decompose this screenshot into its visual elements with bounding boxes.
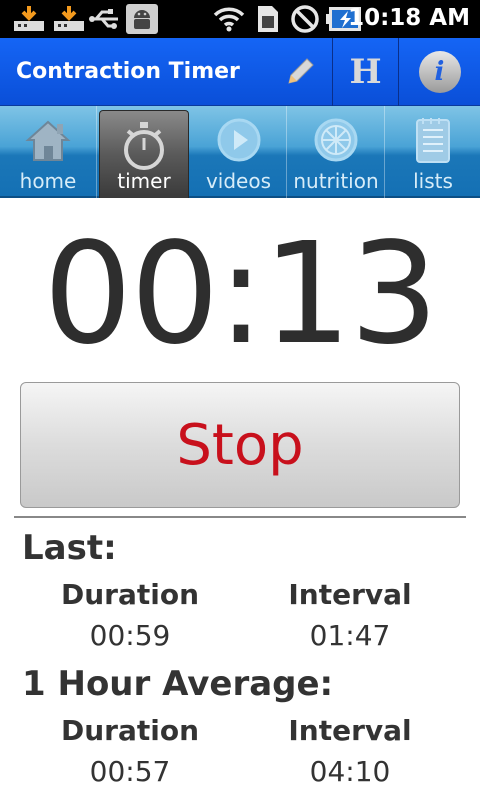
tab-lists[interactable]: lists [386, 106, 480, 198]
tab-label: home [19, 169, 77, 193]
status-bar: 10:18 AM [0, 0, 480, 38]
tab-timer[interactable]: timer [99, 110, 189, 198]
download-icon [14, 6, 44, 31]
house-icon [25, 120, 71, 161]
notepad-icon [416, 118, 450, 163]
timer-display: 00:13 [43, 213, 438, 376]
app-title: Contraction Timer [16, 59, 240, 84]
tab-label: nutrition [293, 169, 379, 193]
tab-bar: home timer videos nutrition lists [0, 106, 480, 198]
stop-button-label: Stop [176, 412, 304, 478]
last-heading: Last: [22, 528, 117, 568]
average-heading: 1 Hour Average: [22, 664, 334, 704]
tab-label: videos [205, 169, 272, 193]
tab-nutrition[interactable]: nutrition [288, 106, 385, 198]
title-bar: Contraction Timer H i [0, 38, 480, 106]
tab-label: timer [117, 169, 171, 193]
last-interval-label: Interval [288, 578, 412, 611]
usb-icon [89, 9, 118, 29]
stopwatch-icon [124, 122, 164, 170]
last-interval-value: 01:47 [309, 619, 391, 652]
info-button[interactable]: i [398, 38, 480, 106]
status-time: 10:18 AM [348, 5, 470, 31]
play-icon [217, 118, 260, 162]
average-duration-label: Duration [60, 714, 200, 747]
tab-label: lists [413, 169, 453, 193]
help-button[interactable]: H [332, 38, 398, 106]
fruit-icon [314, 118, 358, 162]
edit-button[interactable] [268, 38, 332, 106]
android-debug-icon [126, 4, 158, 34]
stop-button[interactable]: Stop [20, 382, 460, 508]
tab-home[interactable]: home [0, 106, 97, 198]
wifi-icon [213, 7, 245, 32]
average-duration-value: 00:57 [89, 755, 171, 788]
sim-icon [258, 6, 278, 32]
pencil-icon [288, 58, 314, 84]
last-duration-value: 00:59 [89, 619, 171, 652]
download-icon [54, 6, 84, 31]
h-letter-icon: H [349, 52, 382, 92]
divider [14, 516, 466, 518]
average-interval-label: Interval [288, 714, 412, 747]
last-duration-label: Duration [60, 578, 200, 611]
tab-videos[interactable]: videos [191, 106, 287, 198]
no-signal-icon [291, 5, 319, 33]
info-icon: i [418, 51, 461, 93]
average-interval-value: 04:10 [309, 755, 391, 788]
